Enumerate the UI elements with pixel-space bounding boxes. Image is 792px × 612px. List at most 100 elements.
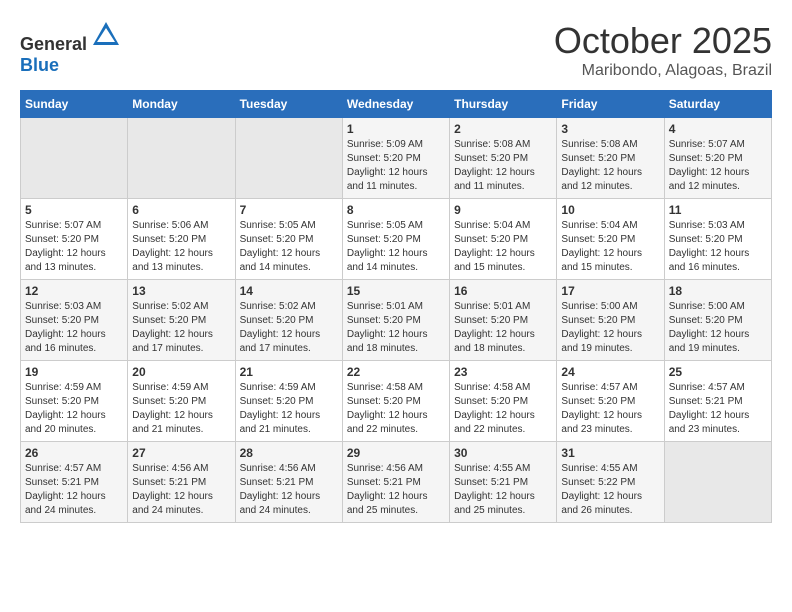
day-info: Sunrise: 5:01 AM Sunset: 5:20 PM Dayligh…	[347, 300, 445, 356]
day-info: Sunrise: 5:05 AM Sunset: 5:20 PM Dayligh…	[347, 219, 445, 275]
day-number: 7	[240, 203, 338, 217]
logo: General Blue	[20, 20, 121, 76]
day-number: 30	[454, 446, 552, 460]
day-info: Sunrise: 5:07 AM Sunset: 5:20 PM Dayligh…	[25, 219, 123, 275]
logo-blue: Blue	[20, 55, 59, 75]
day-info: Sunrise: 4:56 AM Sunset: 5:21 PM Dayligh…	[240, 462, 338, 518]
day-number: 28	[240, 446, 338, 460]
weekday-header: Tuesday	[235, 91, 342, 118]
calendar-cell: 26 Sunrise: 4:57 AM Sunset: 5:21 PM Dayli…	[21, 442, 128, 523]
calendar-cell	[128, 118, 235, 199]
calendar-cell: 27Sunrise: 4:56 AM Sunset: 5:21 PM Dayli…	[128, 442, 235, 523]
day-number: 4	[669, 122, 767, 136]
weekday-header: Thursday	[450, 91, 557, 118]
calendar-cell: 18Sunrise: 5:00 AM Sunset: 5:20 PM Dayli…	[664, 280, 771, 361]
calendar-week-row: 12 Sunrise: 5:03 AM Sunset: 5:20 PM Dayli…	[21, 280, 772, 361]
calendar-week-row: 19 Sunrise: 4:59 AM Sunset: 5:20 PM Dayli…	[21, 361, 772, 442]
day-info: Sunrise: 4:56 AM Sunset: 5:21 PM Dayligh…	[347, 462, 445, 518]
calendar-cell: 25 Sunrise: 4:57 AM Sunset: 5:21 PM Dayli…	[664, 361, 771, 442]
calendar-cell: 5 Sunrise: 5:07 AM Sunset: 5:20 PM Daylig…	[21, 199, 128, 280]
day-info: Sunrise: 5:08 AM Sunset: 5:20 PM Dayligh…	[454, 138, 552, 194]
day-info: Sunrise: 4:59 AM Sunset: 5:20 PM Dayligh…	[240, 381, 338, 437]
calendar-cell: 11 Sunrise: 5:03 AM Sunset: 5:20 PM Dayli…	[664, 199, 771, 280]
day-info: Sunrise: 4:55 AM Sunset: 5:21 PM Dayligh…	[454, 462, 552, 518]
calendar-cell: 30 Sunrise: 4:55 AM Sunset: 5:21 PM Dayli…	[450, 442, 557, 523]
calendar-cell: 22Sunrise: 4:58 AM Sunset: 5:20 PM Dayli…	[342, 361, 449, 442]
day-info: Sunrise: 5:05 AM Sunset: 5:20 PM Dayligh…	[240, 219, 338, 275]
day-number: 25	[669, 365, 767, 379]
day-info: Sunrise: 5:03 AM Sunset: 5:20 PM Dayligh…	[25, 300, 123, 356]
day-number: 16	[454, 284, 552, 298]
calendar-cell: 1 Sunrise: 5:09 AM Sunset: 5:20 PM Daylig…	[342, 118, 449, 199]
day-number: 5	[25, 203, 123, 217]
calendar-cell: 7 Sunrise: 5:05 AM Sunset: 5:20 PM Daylig…	[235, 199, 342, 280]
calendar-cell: 23 Sunrise: 4:58 AM Sunset: 5:20 PM Dayli…	[450, 361, 557, 442]
calendar-cell: 6 Sunrise: 5:06 AM Sunset: 5:20 PM Daylig…	[128, 199, 235, 280]
day-number: 13	[132, 284, 230, 298]
day-number: 24	[561, 365, 659, 379]
day-number: 21	[240, 365, 338, 379]
day-info: Sunrise: 5:03 AM Sunset: 5:20 PM Dayligh…	[669, 219, 767, 275]
calendar-cell: 31 Sunrise: 4:55 AM Sunset: 5:22 PM Dayli…	[557, 442, 664, 523]
logo-general: General	[20, 34, 87, 54]
day-number: 1	[347, 122, 445, 136]
weekday-header: Friday	[557, 91, 664, 118]
calendar-cell: 29Sunrise: 4:56 AM Sunset: 5:21 PM Dayli…	[342, 442, 449, 523]
calendar-cell: 20 Sunrise: 4:59 AM Sunset: 5:20 PM Dayli…	[128, 361, 235, 442]
location: Maribondo, Alagoas, Brazil	[554, 62, 772, 80]
calendar-cell: 24 Sunrise: 4:57 AM Sunset: 5:20 PM Dayli…	[557, 361, 664, 442]
calendar-cell: 15Sunrise: 5:01 AM Sunset: 5:20 PM Dayli…	[342, 280, 449, 361]
calendar-cell: 16 Sunrise: 5:01 AM Sunset: 5:20 PM Dayli…	[450, 280, 557, 361]
weekday-header-row: SundayMondayTuesdayWednesdayThursdayFrid…	[21, 91, 772, 118]
day-number: 12	[25, 284, 123, 298]
day-info: Sunrise: 5:02 AM Sunset: 5:20 PM Dayligh…	[132, 300, 230, 356]
day-number: 23	[454, 365, 552, 379]
calendar-week-row: 5 Sunrise: 5:07 AM Sunset: 5:20 PM Daylig…	[21, 199, 772, 280]
day-info: Sunrise: 5:08 AM Sunset: 5:20 PM Dayligh…	[561, 138, 659, 194]
day-info: Sunrise: 5:09 AM Sunset: 5:20 PM Dayligh…	[347, 138, 445, 194]
day-info: Sunrise: 5:02 AM Sunset: 5:20 PM Dayligh…	[240, 300, 338, 356]
day-info: Sunrise: 5:06 AM Sunset: 5:20 PM Dayligh…	[132, 219, 230, 275]
day-info: Sunrise: 5:00 AM Sunset: 5:20 PM Dayligh…	[561, 300, 659, 356]
day-number: 3	[561, 122, 659, 136]
day-number: 20	[132, 365, 230, 379]
weekday-header: Wednesday	[342, 91, 449, 118]
month-title: October 2025	[554, 20, 772, 62]
calendar-cell: 8 Sunrise: 5:05 AM Sunset: 5:20 PM Daylig…	[342, 199, 449, 280]
day-info: Sunrise: 4:55 AM Sunset: 5:22 PM Dayligh…	[561, 462, 659, 518]
day-info: Sunrise: 4:57 AM Sunset: 5:21 PM Dayligh…	[25, 462, 123, 518]
day-number: 26	[25, 446, 123, 460]
calendar-cell: 28 Sunrise: 4:56 AM Sunset: 5:21 PM Dayli…	[235, 442, 342, 523]
day-info: Sunrise: 4:57 AM Sunset: 5:20 PM Dayligh…	[561, 381, 659, 437]
weekday-header: Monday	[128, 91, 235, 118]
day-info: Sunrise: 4:58 AM Sunset: 5:20 PM Dayligh…	[454, 381, 552, 437]
calendar-cell: 12 Sunrise: 5:03 AM Sunset: 5:20 PM Dayli…	[21, 280, 128, 361]
weekday-header: Sunday	[21, 91, 128, 118]
calendar-table: SundayMondayTuesdayWednesdayThursdayFrid…	[20, 90, 772, 523]
day-number: 27	[132, 446, 230, 460]
day-number: 17	[561, 284, 659, 298]
calendar-cell: 19 Sunrise: 4:59 AM Sunset: 5:20 PM Dayli…	[21, 361, 128, 442]
day-info: Sunrise: 4:57 AM Sunset: 5:21 PM Dayligh…	[669, 381, 767, 437]
day-info: Sunrise: 4:59 AM Sunset: 5:20 PM Dayligh…	[132, 381, 230, 437]
calendar-cell: 10Sunrise: 5:04 AM Sunset: 5:20 PM Dayli…	[557, 199, 664, 280]
day-number: 14	[240, 284, 338, 298]
title-section: October 2025 Maribondo, Alagoas, Brazil	[554, 20, 772, 80]
day-number: 19	[25, 365, 123, 379]
day-info: Sunrise: 4:59 AM Sunset: 5:20 PM Dayligh…	[25, 381, 123, 437]
day-info: Sunrise: 5:01 AM Sunset: 5:20 PM Dayligh…	[454, 300, 552, 356]
day-number: 8	[347, 203, 445, 217]
calendar-cell: 14 Sunrise: 5:02 AM Sunset: 5:20 PM Dayli…	[235, 280, 342, 361]
day-info: Sunrise: 5:04 AM Sunset: 5:20 PM Dayligh…	[454, 219, 552, 275]
calendar-cell: 21 Sunrise: 4:59 AM Sunset: 5:20 PM Dayli…	[235, 361, 342, 442]
calendar-cell: 9Sunrise: 5:04 AM Sunset: 5:20 PM Daylig…	[450, 199, 557, 280]
day-number: 22	[347, 365, 445, 379]
day-number: 11	[669, 203, 767, 217]
day-info: Sunrise: 5:04 AM Sunset: 5:20 PM Dayligh…	[561, 219, 659, 275]
day-number: 31	[561, 446, 659, 460]
day-number: 6	[132, 203, 230, 217]
calendar-week-row: 26 Sunrise: 4:57 AM Sunset: 5:21 PM Dayli…	[21, 442, 772, 523]
calendar-cell: 17 Sunrise: 5:00 AM Sunset: 5:20 PM Dayli…	[557, 280, 664, 361]
calendar-cell	[21, 118, 128, 199]
page-header: General Blue October 2025 Maribondo, Ala…	[20, 20, 772, 80]
